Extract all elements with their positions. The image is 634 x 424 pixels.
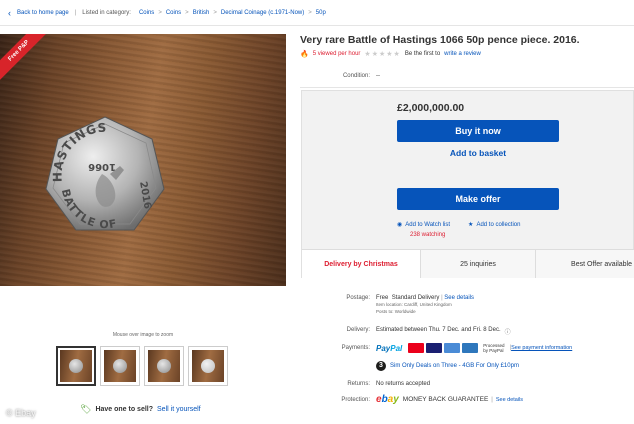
ebay-logo: ebay [376,394,399,405]
breadcrumb: ‹ Back to home page | Listed in category… [0,0,634,26]
postage-label: Postage: [346,295,370,301]
highlights-bar: Delivery by Christmas 25 inquiries Best … [302,249,634,278]
returns-label: Returns: [347,381,370,387]
breadcrumb-item[interactable]: Coins [139,10,154,16]
chevron-right-icon: > [185,9,189,16]
mastercard-icon [408,343,425,353]
listed-in-label: Listed in category: [82,9,131,16]
make-offer-button[interactable]: Make offer [397,188,559,210]
sell-question: Have one to sell? [95,406,154,413]
posts-to: Posts to: Worldwide [376,309,416,314]
breadcrumb-item[interactable]: Coins [166,10,181,16]
zoom-caption: Mouse over image to zoom [112,332,174,338]
back-to-home-link[interactable]: Back to home page [17,10,69,16]
returns-value: No returns accepted [376,381,431,387]
breadcrumb-item[interactable]: 50p [316,10,326,16]
add-to-watchlist-link[interactable]: ◉ Add to Watch list [397,221,450,228]
star-icon: ★ [468,222,474,228]
info-icon[interactable]: ⓘ [505,327,511,336]
breadcrumb-item[interactable]: Decimal Coinage (c.1971-Now) [221,10,304,16]
three-logo-icon: 3 [376,361,386,371]
delivery-estimate: Estimated between Thu. 7 Dec. and Fri. 8… [376,327,501,333]
eye-icon: ◉ [397,222,403,228]
condition-value: -- [376,72,380,79]
processed-by-paypal: Processed by PayPal [483,343,505,353]
protection-details-link[interactable]: See details [496,397,523,403]
buy-it-now-button[interactable]: Buy it now [397,120,559,142]
money-back-guarantee: MONEY BACK GUARANTEE [402,396,489,403]
delivery-row: Delivery: Estimated between Thu. 7 Dec. … [300,327,511,336]
best-offer-tab: Best Offer available [571,260,632,268]
listing-title: Very rare Battle of Hastings 1066 50p pe… [300,34,580,46]
thumbnail[interactable] [100,346,140,386]
coin-date: 1066 [88,161,116,172]
thumbnail[interactable] [144,346,184,386]
amex-icon [462,343,479,353]
sell-prompt: 🏷 Have one to sell? Sell it yourself [80,404,201,415]
thumbnail[interactable] [188,346,228,386]
thumbnail[interactable] [56,346,96,386]
buy-box: £2,000,000.00 Buy it now Add to basket M… [301,90,634,278]
chevron-right-icon: > [158,9,162,16]
add-to-collection-link[interactable]: ★ Add to collection [468,221,520,228]
views-per-hour: 5 viewed per hour [312,51,361,57]
fire-icon: 🔥 [300,51,309,58]
postage-row: Postage: Free Standard Delivery | See de… [300,295,474,315]
add-to-basket-button[interactable]: Add to basket [397,148,559,158]
condition-label: Condition: [342,72,370,79]
product-photo[interactable]: Free P&P HASTINGS BATTLE OF 2016 1066 [0,34,286,286]
visa-icon [426,343,443,353]
payment-information-link[interactable]: See payment information [511,345,572,351]
payments-label: Payments: [341,345,370,351]
inquiries-tab: 25 inquiries [421,250,536,278]
item-location: Item location: Cardiff, United Kingdom [376,302,452,307]
thumbnail-strip [56,346,228,386]
write-review-link[interactable]: write a review [444,51,481,57]
paypal-logo: PayPal [376,343,403,353]
maestro-icon [444,343,461,353]
protection-label: Protection: [341,396,370,403]
condition-row: Condition: -- [300,64,634,88]
chevron-left-icon[interactable]: ‹ [8,8,11,18]
returns-row: Returns: No returns accepted [300,381,430,387]
chevron-right-icon: > [308,9,312,16]
listing-meta: 🔥 5 viewed per hour ★★★★★ Be the first t… [300,50,481,58]
delivery-label: Delivery: [346,327,370,333]
payments-row: Payments: PayPal Processed by PayPal | Se… [300,343,572,353]
protection-row: Protection: ebay MONEY BACK GUARANTEE | … [300,394,523,405]
sim-deal-link[interactable]: Sim Only Deals on Three - 4GB For Only £… [390,363,519,369]
chevron-right-icon: > [213,9,217,16]
coin-image: HASTINGS BATTLE OF 2016 1066 [45,116,165,231]
review-prompt: Be the first to [404,51,441,57]
delivery-by-christmas-tab: Delivery by Christmas [302,250,421,278]
price: £2,000,000.00 [397,102,465,114]
rating-stars-icon: ★★★★★ [364,51,401,58]
hanger-tag-icon: 🏷 [80,404,92,414]
watermark: © Ebay [6,408,36,418]
sell-it-yourself-link[interactable]: Sell it yourself [157,406,201,413]
watching-count: 238 watching [410,232,446,238]
sim-deal-row: 3 Sim Only Deals on Three - 4GB For Only… [376,361,519,371]
breadcrumb-item[interactable]: British [193,10,210,16]
